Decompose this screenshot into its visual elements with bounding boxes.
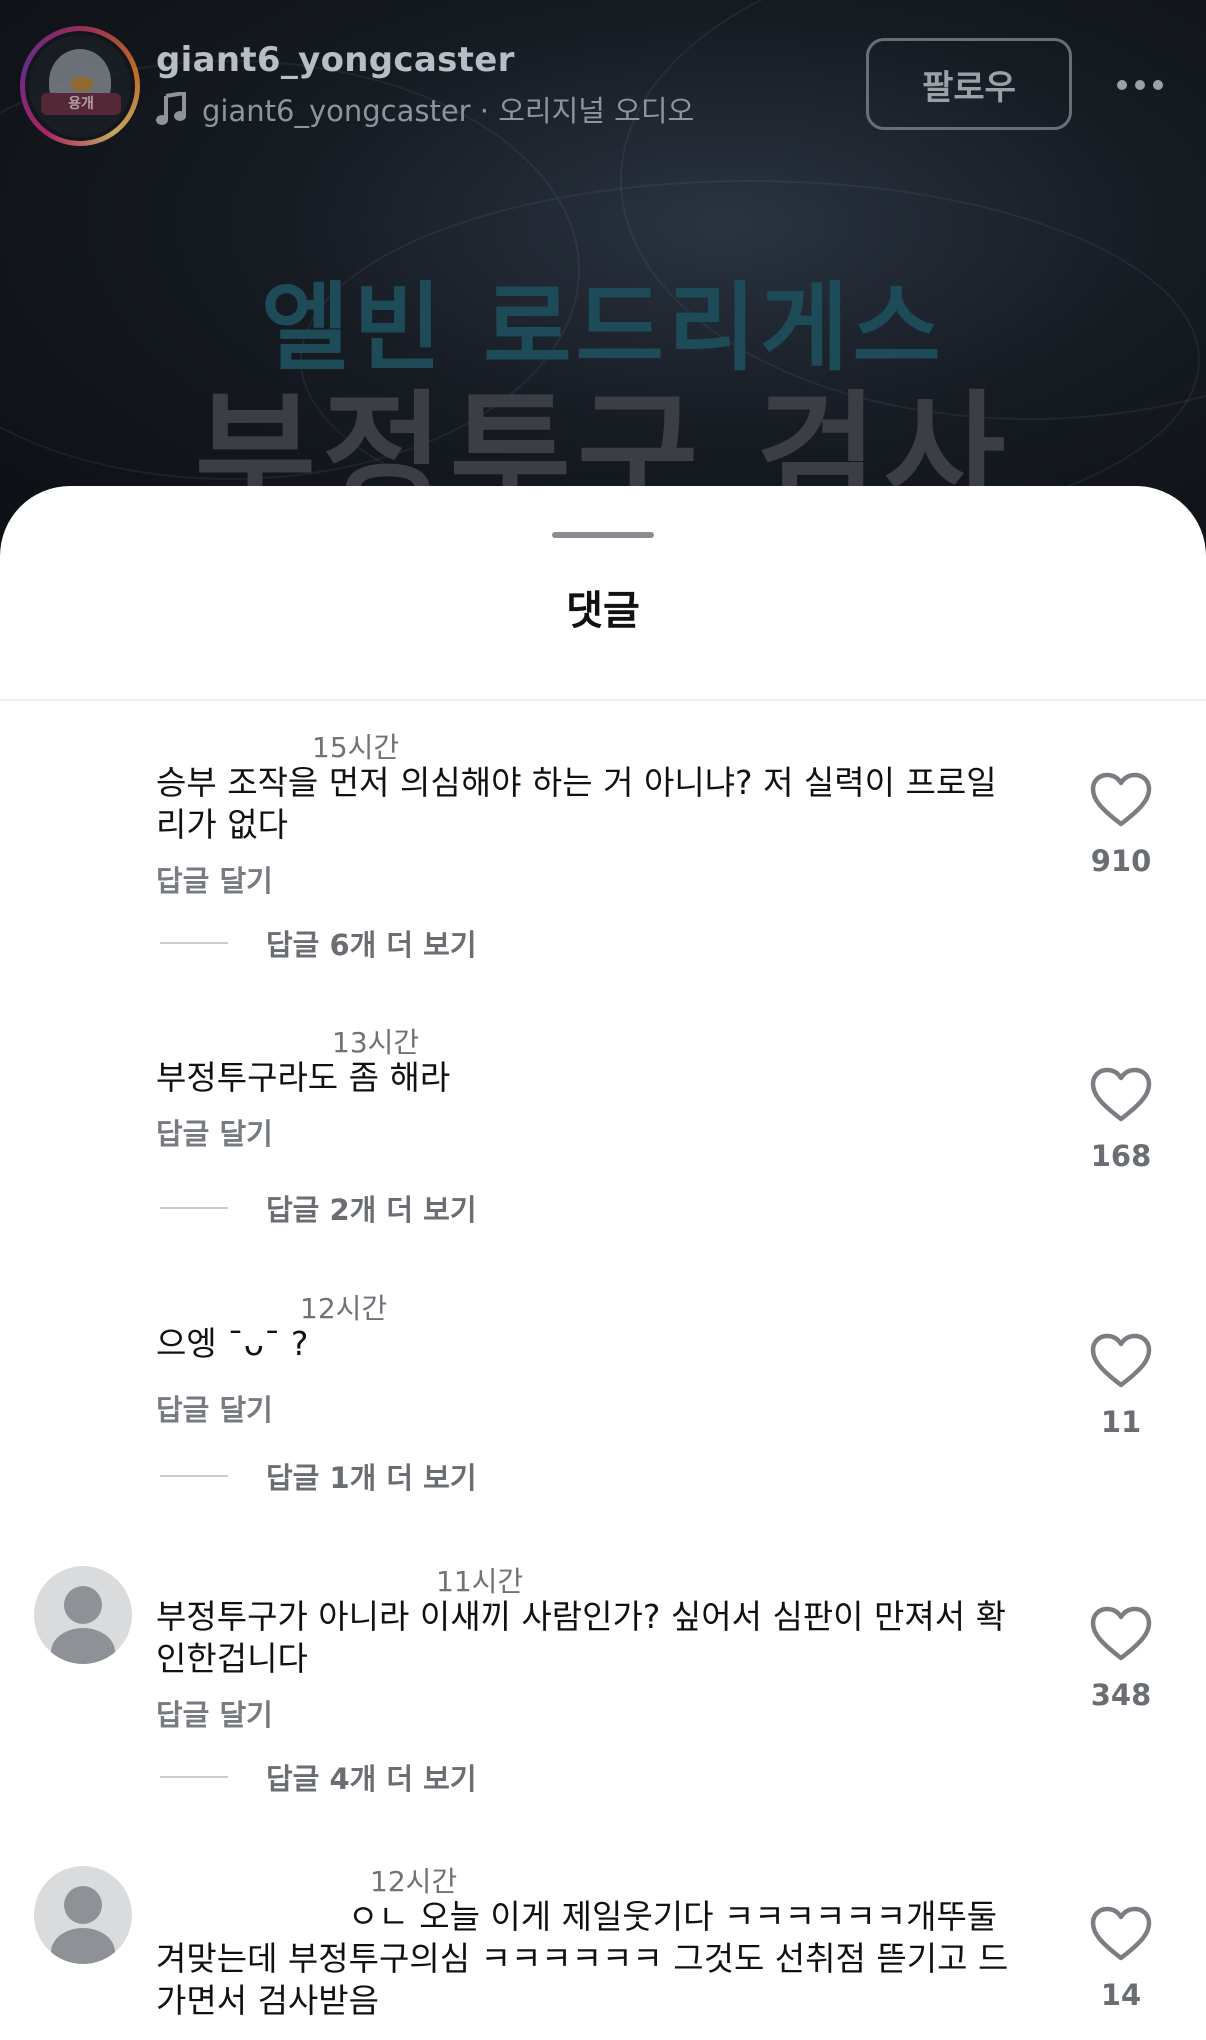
- reply-button[interactable]: 답글 달기: [156, 858, 273, 900]
- seagull-avatar-icon: 용개: [37, 43, 123, 129]
- view-more-replies[interactable]: 답글 2개 더 보기: [160, 1187, 477, 1229]
- view-more-replies[interactable]: 답글 1개 더 보기: [160, 1455, 477, 1497]
- view-more-replies[interactable]: 답글 6개 더 보기: [160, 922, 477, 964]
- commenter-avatar[interactable]: [34, 1021, 132, 1119]
- like-count: 11: [1100, 1405, 1142, 1439]
- comment-time: 12시간: [300, 1292, 388, 1325]
- reply-button[interactable]: 답글 달기: [156, 1111, 273, 1153]
- like-count: 168: [1090, 1139, 1152, 1173]
- heart-icon[interactable]: [1090, 772, 1152, 828]
- comment-text: 부정투구라도 좀 해라: [156, 1058, 451, 1097]
- comments-sheet: 댓글 15시간 승부 조작을 먼저 의심해야 하는 거 아니냐? 저 실력이 프…: [0, 486, 1206, 2040]
- author-name[interactable]: giant6_yongcaster: [156, 40, 515, 80]
- commenter-avatar[interactable]: [34, 1287, 132, 1385]
- comment-time: 15시간: [312, 731, 400, 764]
- comment-text-line1: ㅇㄴ 오늘 이게 제일웃기다 ㅋㅋㅋㅋㅋㅋ개뚜둘: [348, 1897, 998, 1936]
- like-count: 910: [1090, 844, 1152, 878]
- sheet-title: 댓글: [566, 588, 640, 634]
- avatar-tag: 용개: [41, 93, 121, 115]
- heart-icon[interactable]: [1090, 1333, 1152, 1389]
- comment-text: 부정투구가 아니라 이새끼 사람인가? 싶어서 심판이 만져서 확인한겁니다: [156, 1597, 1006, 1678]
- music-note-icon: [156, 90, 188, 126]
- commenter-avatar[interactable]: [34, 1566, 132, 1664]
- audio-label: giant6_yongcaster · 오리지널 오디오: [202, 94, 695, 128]
- reply-button[interactable]: 답글 달기: [156, 1387, 273, 1429]
- audio-info[interactable]: giant6_yongcaster · 오리지널 오디오: [156, 88, 694, 130]
- comment-time: 11시간: [436, 1565, 524, 1598]
- comment-text: 승부 조작을 먼저 의심해야 하는 거 아니냐? 저 실력이 프로일 리가 없다: [156, 763, 997, 844]
- more-icon[interactable]: [1110, 62, 1170, 108]
- follow-button[interactable]: 팔로우: [866, 38, 1072, 130]
- like-count: 348: [1090, 1678, 1152, 1712]
- like-count: 14: [1100, 1978, 1142, 2012]
- author-avatar[interactable]: 용개: [20, 26, 140, 146]
- heart-icon[interactable]: [1090, 1067, 1152, 1123]
- heart-icon[interactable]: [1090, 1606, 1152, 1662]
- commenter-avatar[interactable]: [34, 726, 132, 824]
- sheet-drag-handle[interactable]: [552, 532, 654, 538]
- comment-time: 12시간: [370, 1865, 458, 1898]
- comment-text: 으엥 ¯ᴗ¯ ?: [156, 1324, 309, 1363]
- comment-time: 13시간: [332, 1026, 420, 1059]
- reel-header: 용개 giant6_yongcaster giant6_yongcaster ·…: [0, 0, 1206, 160]
- heart-icon[interactable]: [1090, 1906, 1152, 1962]
- reply-button[interactable]: 답글 달기: [156, 1692, 273, 1734]
- view-more-replies[interactable]: 답글 4개 더 보기: [160, 1756, 477, 1798]
- sheet-divider: [0, 699, 1206, 701]
- commenter-avatar[interactable]: [34, 1866, 132, 1964]
- comment-text: 겨맞는데 부정투구의심 ㅋㅋㅋㅋㅋㅋ 그것도 선취점 뜯기고 드가면서 검사받음: [156, 1939, 1009, 2020]
